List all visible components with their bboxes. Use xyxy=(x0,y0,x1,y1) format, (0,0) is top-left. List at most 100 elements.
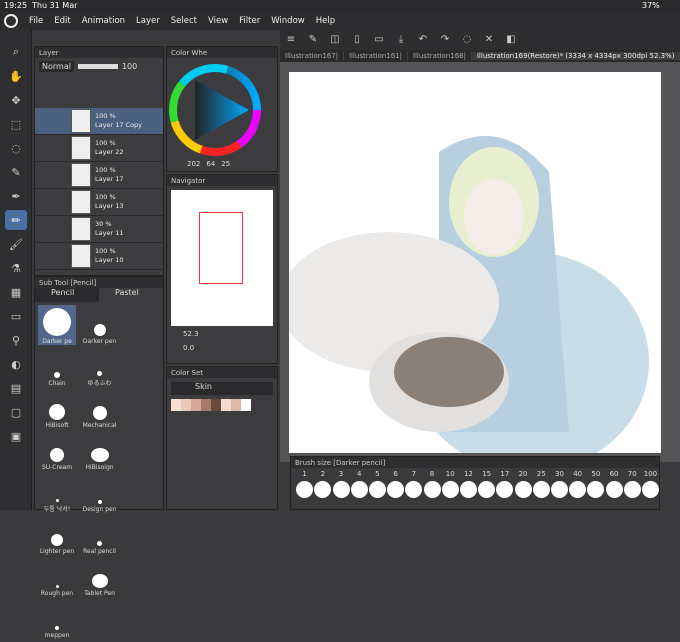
menu-edit[interactable]: Edit xyxy=(54,16,70,26)
subtool-item[interactable]: 두툼 낙서! xyxy=(38,473,76,513)
lasso-icon[interactable]: ◌ xyxy=(5,138,27,158)
zoom-icon[interactable]: ⌕ xyxy=(5,42,27,62)
view-icon[interactable]: ◫ xyxy=(327,33,343,47)
menu-layer[interactable]: Layer xyxy=(136,16,160,26)
brush-size-option[interactable]: 5 xyxy=(368,470,386,498)
brush-icon[interactable]: 🖌 xyxy=(5,234,27,254)
open-icon[interactable]: ▭ xyxy=(371,33,387,47)
color-swatch[interactable] xyxy=(171,399,181,411)
subtool-item[interactable]: HiBisoign xyxy=(81,431,119,471)
opacity-slider[interactable] xyxy=(77,63,118,69)
brush-size-option[interactable]: 25 xyxy=(532,470,550,498)
color-swatch[interactable] xyxy=(201,399,211,411)
select-icon[interactable]: ⬚ xyxy=(5,114,27,134)
brush-size-option[interactable]: 20 xyxy=(514,470,532,498)
hand-icon[interactable]: ✋ xyxy=(5,66,27,86)
brush-size-option[interactable]: 100 xyxy=(641,470,659,498)
menu-animation[interactable]: Animation xyxy=(82,16,125,26)
menu-window[interactable]: Window xyxy=(271,16,305,26)
layer-row[interactable]: 100 % Layer 10 xyxy=(35,243,163,270)
brush-size-option[interactable]: 15 xyxy=(478,470,496,498)
subtool-item[interactable]: HiBisoft xyxy=(38,389,76,429)
decoration-icon[interactable]: ▦ xyxy=(5,282,27,302)
brush-size-option[interactable]: 6 xyxy=(387,470,405,498)
loading-icon[interactable]: ◌ xyxy=(459,33,475,47)
layer-row[interactable]: 100 % Layer 13 xyxy=(35,189,163,216)
brush-size-option[interactable]: 17 xyxy=(496,470,514,498)
fill-icon[interactable]: ◐ xyxy=(5,354,27,374)
new-icon[interactable]: ▯ xyxy=(349,33,365,47)
save-icon[interactable]: ⤓ xyxy=(393,33,409,47)
subtool-item[interactable]: Tablet Pen xyxy=(81,557,119,597)
subtool-item[interactable]: Darker pe xyxy=(38,305,76,345)
brush-size-option[interactable]: 10 xyxy=(441,470,459,498)
eraser-icon[interactable]: ▭ xyxy=(5,306,27,326)
layer-row[interactable]: 100 % Layer 17 Copy xyxy=(35,108,163,135)
brush-size-option[interactable]: 12 xyxy=(459,470,477,498)
navigator-preview[interactable] xyxy=(171,190,273,326)
frame-icon[interactable]: ▢ xyxy=(5,402,27,422)
tab-illustration169[interactable]: Illustration169(Restore)* (3334 x 4334px… xyxy=(471,52,680,60)
subtool-item[interactable]: meppen xyxy=(38,599,76,639)
airbrush-icon[interactable]: ⚗ xyxy=(5,258,27,278)
subtool-item[interactable]: Darker pen xyxy=(81,305,119,345)
move-icon[interactable]: ✥ xyxy=(5,90,27,110)
pencil-icon[interactable]: ✏ xyxy=(5,210,27,230)
menu-view[interactable]: View xyxy=(208,16,228,26)
stamp-icon[interactable]: ⚲ xyxy=(5,330,27,350)
blend-mode-select[interactable]: Normal xyxy=(39,60,74,72)
layer-row[interactable]: 100 % Layer 17 xyxy=(35,162,163,189)
brush-size-option[interactable]: 8 xyxy=(423,470,441,498)
tab-illustration167[interactable]: Illustration167| xyxy=(280,52,344,60)
tab-pencil[interactable]: Pencil xyxy=(35,288,99,302)
gradient-icon[interactable]: ▤ xyxy=(5,378,27,398)
brush-size-option[interactable]: 50 xyxy=(587,470,605,498)
artwork-canvas[interactable] xyxy=(279,72,661,472)
menu-select[interactable]: Select xyxy=(171,16,197,26)
brush-size-option[interactable]: 1 xyxy=(296,470,314,498)
undo-icon[interactable]: ↶ xyxy=(415,33,431,47)
color-swatch[interactable] xyxy=(211,399,221,411)
opacity-value[interactable]: 100 xyxy=(122,62,137,71)
brush-size-option[interactable]: 60 xyxy=(605,470,623,498)
app-logo-icon[interactable] xyxy=(4,14,18,28)
fill-icon[interactable]: ◧ xyxy=(503,33,519,47)
pen-icon[interactable]: ✒ xyxy=(5,186,27,206)
saturation-value[interactable]: 64 xyxy=(206,160,215,168)
menu-icon[interactable]: ≡ xyxy=(283,33,299,47)
tab-illustration161[interactable]: Illustration161| xyxy=(344,52,408,60)
pen-pressure-icon[interactable]: ✎ xyxy=(305,33,321,47)
brush-size-option[interactable]: 2 xyxy=(314,470,332,498)
rotate-value[interactable]: 0.0 xyxy=(167,344,277,352)
eyedropper-icon[interactable]: ✎ xyxy=(5,162,27,182)
menu-filter[interactable]: Filter xyxy=(239,16,260,26)
brush-size-option[interactable]: 30 xyxy=(550,470,568,498)
subtool-item[interactable]: ゆるふわ xyxy=(81,347,119,387)
color-swatch[interactable] xyxy=(191,399,201,411)
menu-file[interactable]: File xyxy=(29,16,43,26)
layer-row[interactable]: 30 % Layer 11 xyxy=(35,216,163,243)
subtool-item[interactable]: Rough pen xyxy=(38,557,76,597)
brush-size-option[interactable]: 40 xyxy=(569,470,587,498)
tab-illustration168[interactable]: Illustration168| xyxy=(408,52,472,60)
color-swatch[interactable] xyxy=(231,399,241,411)
clear-icon[interactable]: ✕ xyxy=(481,33,497,47)
subtool-item[interactable]: Design pen xyxy=(81,473,119,513)
view-rect[interactable] xyxy=(199,212,243,284)
subtool-item[interactable]: SU-Cream xyxy=(38,431,76,471)
brush-size-option[interactable]: 7 xyxy=(405,470,423,498)
brush-size-option[interactable]: 70 xyxy=(623,470,641,498)
text-icon[interactable]: ▣ xyxy=(5,426,27,446)
color-wheel[interactable] xyxy=(167,58,277,158)
color-swatch[interactable] xyxy=(221,399,231,411)
value-value[interactable]: 25 xyxy=(221,160,230,168)
menu-help[interactable]: Help xyxy=(316,16,335,26)
subtool-item[interactable]: Real pencil xyxy=(81,515,119,555)
subtool-item[interactable]: Mechanical xyxy=(81,389,119,429)
color-swatch[interactable] xyxy=(241,399,251,411)
tab-pastel[interactable]: Pastel xyxy=(99,288,163,302)
redo-icon[interactable]: ↷ xyxy=(437,33,453,47)
hue-value[interactable]: 202 xyxy=(187,160,200,168)
brush-size-option[interactable]: 4 xyxy=(350,470,368,498)
zoom-value[interactable]: 52.3 xyxy=(167,330,277,338)
